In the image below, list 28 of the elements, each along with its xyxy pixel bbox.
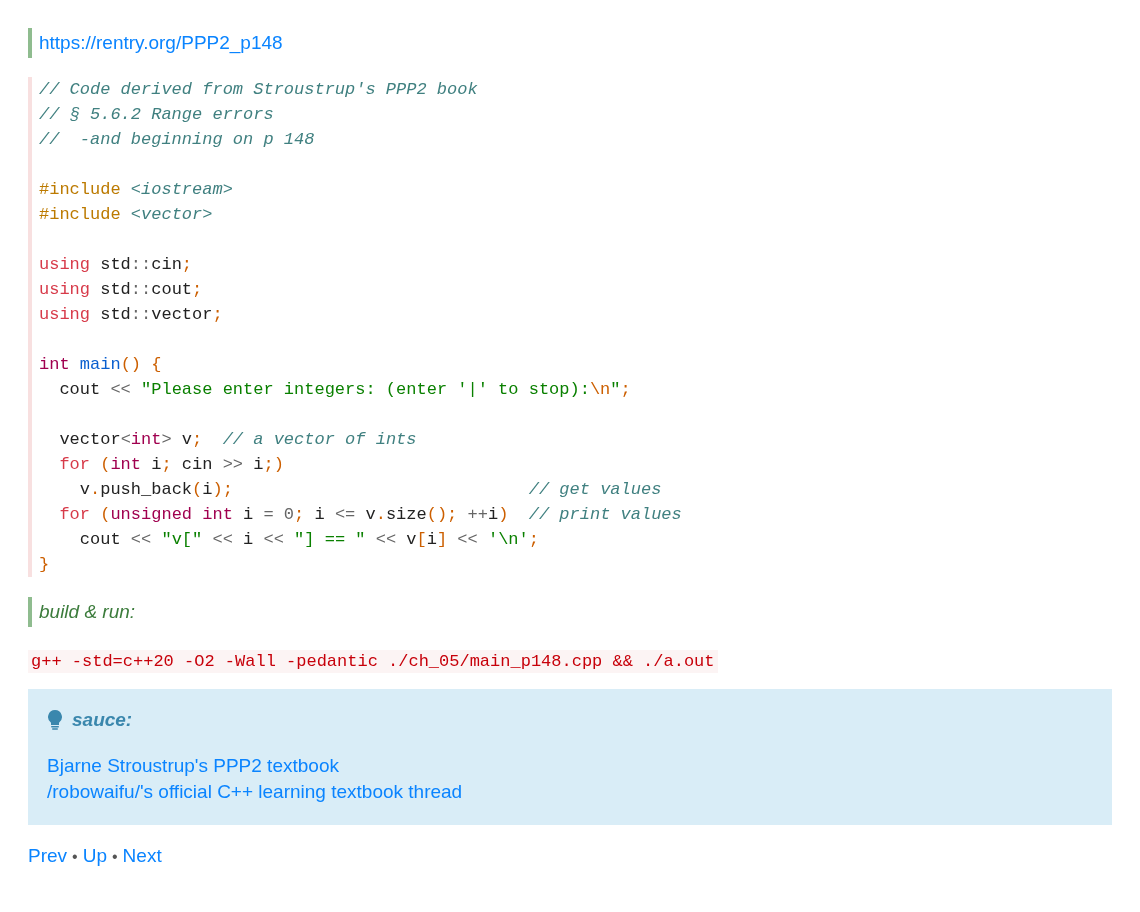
- code-line: #include <iostream>: [39, 179, 234, 201]
- nav-link[interactable]: Next: [122, 845, 162, 867]
- code-line: // Code derived from Stroustrup's PPP2 book: [39, 79, 479, 101]
- code-line: cout << "Please enter integers: (enter '|' to stop):\n";: [58, 379, 632, 401]
- code-line: }: [39, 554, 51, 576]
- code-line: using std::vector;: [39, 304, 224, 326]
- source-link[interactable]: https://rentry.org/PPP2_p148: [39, 32, 283, 53]
- code-line: cout << "v[" << i << "] == " << v[i] << '\n';: [78, 529, 540, 551]
- reference-link[interactable]: /robowaifu/'s official C++ learning textbook thread: [47, 779, 463, 805]
- reference-link[interactable]: Bjarne Stroustrup's PPP2 textbook: [47, 753, 339, 779]
- code-line: for (unsigned int i = 0; i <= v.size(); ++i) // print values: [58, 504, 683, 526]
- code-line: // § 5.6.2 Range errors: [39, 104, 275, 126]
- code-line: int main() {: [39, 354, 163, 376]
- code-line: using std::cout;: [39, 279, 204, 301]
- code-line: // -and beginning on p 148: [39, 129, 316, 151]
- code-line: for (int i; cin >> i;): [58, 454, 285, 476]
- code-line: using std::cin;: [39, 254, 194, 276]
- build-command: g++ -std=c++20 -O2 -Wall -pedantic ./ch_05/main_p148.cpp && ./a.out: [28, 650, 718, 673]
- nav-link[interactable]: Up: [82, 845, 107, 867]
- build-note: build & run:: [39, 601, 136, 622]
- separator-dot: •: [72, 848, 78, 866]
- lightbulb-icon: [47, 710, 63, 730]
- code-line: v.push_back(i); // get values: [78, 479, 663, 501]
- code-line: vector<int> v; // a vector of ints: [58, 429, 418, 451]
- code-line: #include <vector>: [39, 204, 214, 226]
- info-title: sauce:: [72, 709, 133, 731]
- separator-dot: •: [112, 848, 118, 866]
- nav-link[interactable]: Prev: [28, 845, 68, 867]
